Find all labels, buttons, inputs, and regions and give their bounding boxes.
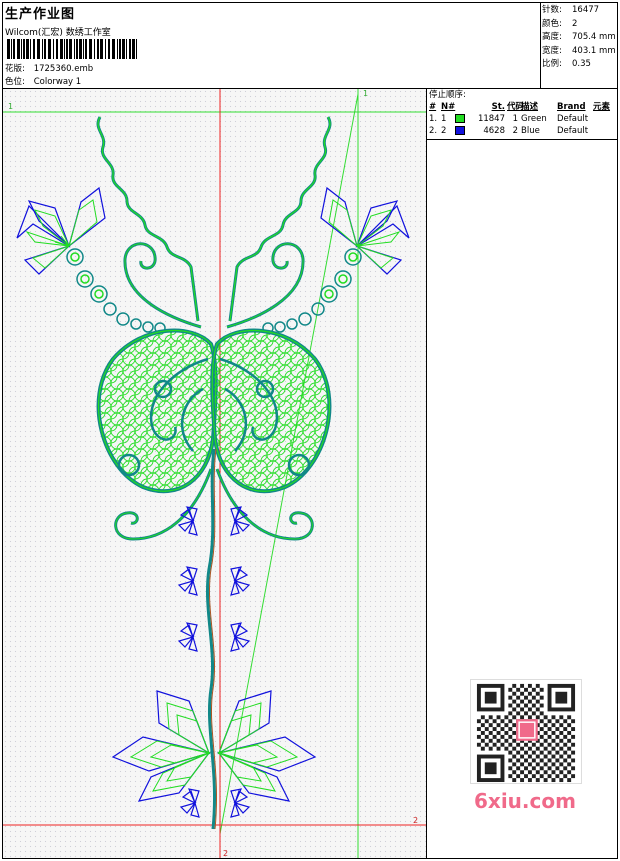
- curl-upper-right: [226, 242, 305, 329]
- col-num: #: [429, 102, 437, 112]
- stat-label: 宽度:: [542, 45, 562, 56]
- col-stitches: St.: [491, 102, 505, 112]
- stat-label: 针数:: [542, 5, 562, 15]
- row-stitches: 4628: [483, 126, 505, 136]
- stat-value: 2: [572, 18, 578, 29]
- colorway-value: Colorway 1: [33, 77, 82, 87]
- stat-label: 比例:: [542, 59, 562, 69]
- col-code: 代码: [507, 102, 525, 112]
- stop-sequence-title: 停止顺序:: [429, 90, 466, 100]
- bead-chain-left: [66, 248, 166, 334]
- row-code: 1: [512, 114, 518, 124]
- color-swatch-blue: [455, 126, 465, 135]
- embroidery-drawing: 1 1 2 2: [3, 89, 426, 858]
- guide-label-top: 1: [8, 102, 13, 111]
- colorway-label: 色位:: [5, 77, 25, 87]
- design-file-row: 花版: 1725360.emb: [5, 62, 93, 74]
- stat-width: 宽度: 403.1 mm: [542, 45, 616, 59]
- center-stem: [205, 448, 217, 830]
- design-file-label: 花版:: [5, 64, 25, 74]
- scallop-arm-right-inner: [229, 116, 331, 322]
- stat-value: 16477: [572, 5, 600, 15]
- qr-code: [470, 679, 582, 784]
- stat-label: 高度:: [542, 32, 562, 42]
- stop-sequence-table: 停止顺序: # N# St. 代码 描述 Brand 元素 1. 1 11847…: [427, 89, 617, 140]
- stat-scale: 比例: 0.35: [542, 58, 616, 72]
- curl-upper-left-inner: [124, 243, 202, 328]
- table-bottom-rule: [427, 139, 617, 140]
- stat-value: 403.1 mm: [572, 45, 616, 56]
- row-num: 2.: [429, 126, 438, 136]
- curl-upper-left: [123, 242, 202, 329]
- table-row[interactable]: 2. 2 4628 2 Blue Default: [427, 125, 617, 137]
- panel-divider: [426, 89, 427, 858]
- design-preview[interactable]: 1 1 2 2: [3, 89, 426, 858]
- guide-label-bottom: 2: [413, 816, 418, 825]
- scallop-arm-left: [96, 116, 200, 322]
- flower-top-left: [16, 186, 106, 275]
- flower-top-right: [320, 186, 410, 275]
- design-file-value: 1725360.emb: [33, 64, 94, 74]
- stat-stitches: 针数: 16477: [542, 4, 616, 18]
- flower-bottom-left: [111, 690, 212, 802]
- row-desc: Green: [521, 114, 547, 124]
- scallop-arm-right: [228, 116, 332, 322]
- col-desc: 描述: [521, 102, 539, 112]
- colorway-row: 色位: Colorway 1: [5, 75, 81, 87]
- stat-colors: 颜色: 2: [542, 18, 616, 32]
- curl-upper-right-inner: [226, 243, 304, 328]
- company-name: Wilcom(汇宏) 数绣工作室: [5, 28, 111, 38]
- stat-value: 705.4 mm: [572, 32, 616, 42]
- row-n: 2: [441, 126, 447, 136]
- design-stats: 针数: 16477 颜色: 2 高度: 705.4 mm 宽度: 403.1 mm 比例…: [542, 4, 616, 72]
- barcode: [7, 39, 137, 59]
- bead-chain-right: [262, 248, 362, 334]
- row-stitches: 11847: [477, 114, 505, 124]
- site-logo: 6xiu.com: [474, 789, 576, 813]
- header-info: 生产作业图 Wilcom(汇宏) 数绣工作室 花版: 1725360.emb 色…: [3, 3, 540, 88]
- wing-right: [210, 328, 332, 494]
- col-element: 元素: [593, 102, 611, 112]
- row-brand: Default: [557, 126, 589, 136]
- stat-label: 颜色:: [542, 18, 562, 29]
- color-swatch-green: [455, 114, 465, 123]
- row-brand: Default: [557, 114, 589, 124]
- scallop-arm-left-inner: [97, 116, 199, 322]
- col-swatch: [455, 101, 469, 113]
- table-header: # N# St. 代码 描述 Brand 元素: [427, 101, 617, 113]
- row-desc: Blue: [521, 126, 540, 136]
- stat-height: 高度: 705.4 mm: [542, 31, 616, 45]
- row-code: 2: [512, 126, 518, 136]
- guide-label-center: 2: [223, 849, 228, 858]
- flower-bottom-right: [216, 690, 317, 802]
- col-n: N#: [441, 102, 456, 112]
- row-num: 1.: [429, 114, 438, 124]
- row-n: 1: [441, 114, 447, 124]
- table-row[interactable]: 1. 1 11847 1 Green Default: [427, 113, 617, 125]
- page-title: 生产作业图: [5, 7, 76, 22]
- wing-left: [96, 328, 218, 494]
- guide-label-right: 1: [363, 89, 368, 98]
- stat-value: 0.35: [572, 59, 591, 69]
- header-divider: [540, 3, 541, 88]
- col-brand: Brand: [557, 102, 586, 112]
